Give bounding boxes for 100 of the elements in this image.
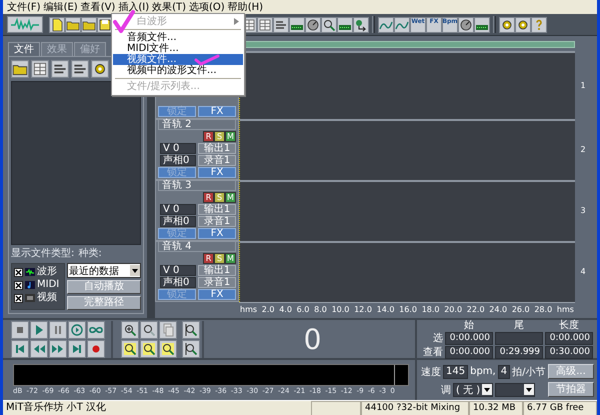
time-field[interactable] <box>495 332 543 345</box>
level-bars-icon[interactable] <box>474 16 490 32</box>
folder-icon[interactable] <box>11 60 29 78</box>
file-type-label: 波形 <box>37 266 57 278</box>
bars-icon[interactable] <box>273 16 289 32</box>
level-bars-icon[interactable] <box>337 16 353 32</box>
row-label: 查看 <box>422 346 443 359</box>
skip-to-start-button[interactable] <box>11 340 29 358</box>
level-bars-icon[interactable] <box>289 16 305 32</box>
grid-icon[interactable] <box>257 16 273 32</box>
zoom-full-button[interactable] <box>159 320 177 338</box>
record-button[interactable]: 录音1 <box>198 277 236 288</box>
bars-icon[interactable] <box>51 60 69 78</box>
time-field[interactable]: 0:00.000 <box>445 332 493 345</box>
track-toggle-button[interactable]: M <box>225 253 236 264</box>
menu-item[interactable]: 文件(F) <box>6 0 42 14</box>
fast-forward-button[interactable] <box>49 340 67 358</box>
dial-icon[interactable] <box>305 16 321 32</box>
ruler-label: 4.0 <box>279 305 292 316</box>
record-button[interactable] <box>87 340 105 358</box>
stop-button[interactable] <box>11 320 29 338</box>
zoom-out-button[interactable] <box>140 320 158 338</box>
pan-field[interactable]: 声相0 <box>160 277 196 288</box>
menu-item[interactable]: MIDI文件... <box>113 43 243 54</box>
time-field[interactable]: 0:29.999 <box>495 346 543 359</box>
panel-tab[interactable]: 文件 <box>8 42 40 56</box>
rewind-button[interactable] <box>30 340 48 358</box>
vertical-zoom-out-button[interactable] <box>182 340 200 358</box>
output-button[interactable]: 输出1 <box>198 143 236 154</box>
pan-field[interactable]: 声相0 <box>160 216 196 227</box>
key-dropdown[interactable]: ( 无 ) <box>453 382 494 396</box>
menu-item[interactable]: 效果(T) <box>151 0 188 14</box>
category-dropdown[interactable]: 最近的数据 <box>67 263 141 278</box>
magnifier-icon[interactable] <box>321 16 337 32</box>
beats-field[interactable]: 4 <box>498 364 510 378</box>
loop-button[interactable] <box>87 320 105 338</box>
pause-button[interactable] <box>49 320 67 338</box>
time-display: 0 <box>302 322 322 356</box>
menu-item[interactable]: 视频中的波形文件... <box>113 65 243 76</box>
track-toggle-button[interactable]: R <box>203 192 214 203</box>
tempo-field[interactable]: 145 <box>443 364 468 378</box>
row-label: 选 <box>432 332 443 345</box>
floppy-disk-icon[interactable] <box>97 16 113 32</box>
checkbox[interactable] <box>14 294 23 302</box>
ruler-label: 8.0 <box>314 305 327 316</box>
record-button[interactable]: 录音1 <box>198 155 236 166</box>
document-icon[interactable] <box>49 16 65 32</box>
status-text: 44100 ?32-bit Mixing <box>361 401 469 415</box>
dial-icon[interactable] <box>458 16 474 32</box>
grid-icon[interactable] <box>31 60 49 78</box>
menu-item[interactable]: 插入(I) <box>117 0 150 14</box>
skip-to-end-button[interactable] <box>68 340 86 358</box>
volume-field[interactable]: V 0 <box>160 265 196 276</box>
scale-dropdown[interactable] <box>495 382 536 396</box>
time-field[interactable]: 0:00.000 <box>545 332 593 345</box>
menu-item[interactable]: 查看(V) <box>80 0 116 14</box>
volume-field[interactable]: V 0 <box>160 143 196 154</box>
wave-icon[interactable] <box>378 16 394 32</box>
wave-icon[interactable] <box>394 16 410 32</box>
volume-field[interactable]: V 0 <box>160 204 196 215</box>
pan-field[interactable]: 声相0 <box>160 155 196 166</box>
status-text: 6.77 GB free <box>523 401 597 415</box>
fx-button[interactable]: FX <box>198 289 236 300</box>
ruler-label: 26.0 <box>512 305 530 316</box>
track-toggle-button[interactable]: M <box>225 131 236 142</box>
status-text: 10.32 MB <box>469 401 523 415</box>
zoom-left-button[interactable] <box>140 340 158 358</box>
output-button[interactable]: 输出1 <box>198 204 236 215</box>
checkbox[interactable] <box>14 280 23 290</box>
fx-button[interactable]: FX <box>198 167 236 178</box>
fx-button[interactable]: FX <box>198 228 236 239</box>
track-toggle-button[interactable]: M <box>225 192 236 203</box>
zoom-selection-button[interactable] <box>121 340 139 358</box>
vertical-zoom-in-button[interactable] <box>182 320 200 338</box>
fx-button[interactable]: FX <box>198 106 236 117</box>
record-button[interactable]: 录音1 <box>198 216 236 227</box>
bars-icon[interactable] <box>71 60 89 78</box>
column-header: 始 <box>463 321 475 331</box>
output-button[interactable]: 输出1 <box>198 265 236 276</box>
ruler-label: 2.0 <box>262 305 274 316</box>
ruler-label: 6.0 <box>296 305 310 316</box>
key-label: 调 <box>441 384 451 396</box>
menu-item[interactable]: 编辑(E) <box>42 0 79 14</box>
time-field[interactable]: 0:30.000 <box>545 346 593 359</box>
folder-icon[interactable] <box>65 16 81 32</box>
track-toggle-button[interactable]: R <box>203 253 214 264</box>
play-button[interactable] <box>30 320 48 338</box>
menu-item[interactable]: 帮助(H) <box>226 0 264 14</box>
folder-icon[interactable] <box>81 16 97 32</box>
time-field[interactable]: 0:00.000 <box>445 346 493 359</box>
track-toggle-button[interactable]: R <box>203 131 214 142</box>
checkbox[interactable] <box>14 268 23 276</box>
menu-item[interactable]: 视频文件... <box>113 54 243 65</box>
ruler-label: 16.0 <box>399 305 417 316</box>
play-loop-button[interactable] <box>68 320 86 338</box>
zoom-in-button[interactable] <box>121 320 139 338</box>
menu-item[interactable]: 选项(O) <box>188 0 226 14</box>
zoom-right-button[interactable] <box>159 340 177 358</box>
question-mark-icon[interactable] <box>531 16 547 32</box>
menu-item[interactable]: 音频文件... <box>113 32 243 43</box>
